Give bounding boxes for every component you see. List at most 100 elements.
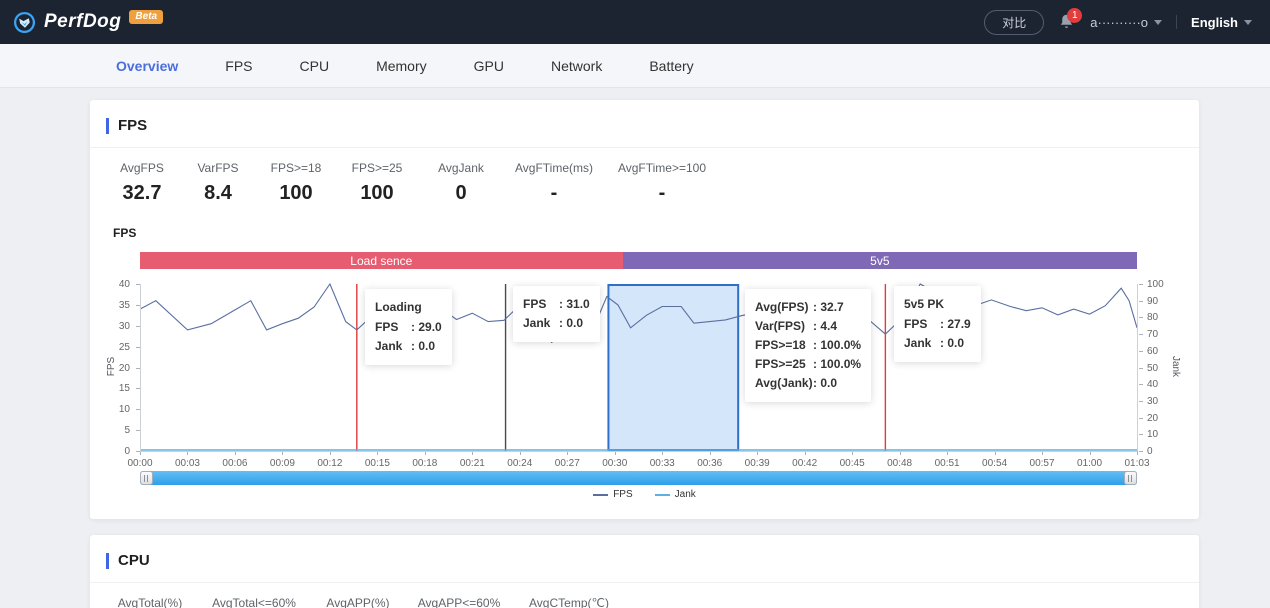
tooltip-hover: FPS31.0 Jank0.0 <box>513 286 600 342</box>
brand-link[interactable]: PerfDog Beta <box>13 11 163 34</box>
legend-item-fps[interactable]: FPS <box>593 489 632 500</box>
y-right-tick-mark <box>1139 368 1143 369</box>
y-right-tick-label: 40 <box>1147 379 1158 390</box>
y-axis-left-title: FPS <box>106 356 117 375</box>
account-menu[interactable]: a··········o <box>1090 15 1162 30</box>
cpu-section-header: CPU <box>90 535 1199 569</box>
y-right-tick-mark <box>1139 317 1143 318</box>
y-right-tick-label: 30 <box>1147 396 1158 407</box>
jank-line-swatch <box>655 494 670 496</box>
y-right-tick-label: 20 <box>1147 413 1158 424</box>
x-tick-label: 00:00 <box>118 458 162 469</box>
x-tick-label: 01:00 <box>1068 458 1112 469</box>
header-divider <box>1176 15 1177 29</box>
section-title: CPU <box>118 552 150 569</box>
main-nav: Overview FPS CPU Memory GPU Network Batt… <box>0 44 1270 88</box>
notifications-button[interactable]: 1 <box>1058 13 1076 31</box>
y-left-tick-label: 10 <box>106 404 130 415</box>
phase-band-1: Load sence <box>140 252 623 269</box>
section-accent-bar <box>106 553 109 569</box>
section-divider <box>90 582 1199 583</box>
x-tick-label: 00:12 <box>308 458 352 469</box>
brand-name: PerfDog <box>44 11 121 33</box>
y-left-tick-label: 0 <box>106 446 130 457</box>
chart-legend: FPS Jank <box>90 489 1199 500</box>
stat-fps-ge-25: FPS>=25100 <box>336 161 418 205</box>
stat-avgfps: AvgFPS32.7 <box>104 161 180 205</box>
x-tick-label: 00:21 <box>450 458 494 469</box>
tooltip-selection-stats: Avg(FPS)32.7 Var(FPS)4.4 FPS>=18100.0% F… <box>745 289 871 402</box>
chevron-down-icon <box>1154 20 1162 25</box>
x-tick-label: 00:09 <box>260 458 304 469</box>
y-right-tick-label: 50 <box>1147 363 1158 374</box>
y-left-tick-label: 30 <box>106 321 130 332</box>
scrollbar-handle-right[interactable] <box>1124 471 1137 485</box>
phase-band-2: 5v5 <box>623 252 1137 269</box>
cpu-stats-row: AvgTotal(%) AvgTotal<=60% AvgAPP(%) AvgA… <box>90 596 1199 608</box>
fps-chart-plot[interactable] <box>140 284 1137 451</box>
legend-item-jank[interactable]: Jank <box>655 489 696 500</box>
stat-avgjank: AvgJank0 <box>418 161 504 205</box>
tooltip-5v5-pk: 5v5 PK FPS27.9 Jank0.0 <box>894 286 981 362</box>
y-right-tick-label: 100 <box>1147 279 1164 290</box>
y-right-tick-label: 10 <box>1147 429 1158 440</box>
y-right-tick-label: 70 <box>1147 329 1158 340</box>
compare-button[interactable]: 对比 <box>984 10 1044 35</box>
x-tick-label: 00:30 <box>593 458 637 469</box>
fps-chart[interactable]: Loading FPS29.0 Jank0.0 FPS31.0 Jank0.0 … <box>90 252 1199 507</box>
x-tick-label: 00:33 <box>640 458 684 469</box>
header-actions: 对比 1 a··········o English <box>984 10 1252 35</box>
chevron-down-icon <box>1244 20 1252 25</box>
language-menu[interactable]: English <box>1191 15 1252 30</box>
app-root: PerfDog Beta 对比 1 a··········o English <box>0 0 1270 608</box>
y-right-tick-label: 0 <box>1147 446 1153 457</box>
stat-avgftime-ge-100: AvgFTime>=100- <box>604 161 720 205</box>
cpu-card: CPU AvgTotal(%) AvgTotal<=60% AvgAPP(%) … <box>90 535 1199 608</box>
chart-title: FPS <box>113 226 136 240</box>
chart-scrollbar[interactable] <box>140 471 1137 485</box>
x-tick-mark <box>1137 451 1138 455</box>
scrollbar-handle-left[interactable] <box>140 471 153 485</box>
perfdog-logo-icon <box>13 11 36 34</box>
page-content: FPS AvgFPS32.7 VarFPS8.4 FPS>=18100 FPS>… <box>0 88 1270 608</box>
y-left-tick-label: 15 <box>106 383 130 394</box>
stat-avgtotal-le-60: AvgTotal<=60% <box>196 596 312 608</box>
tab-battery[interactable]: Battery <box>639 58 703 74</box>
tooltip-loading: Loading FPS29.0 Jank0.0 <box>365 289 452 365</box>
x-tick-label: 00:57 <box>1020 458 1064 469</box>
account-label: a··········o <box>1090 15 1148 30</box>
y-right-tick-mark <box>1139 434 1143 435</box>
tab-overview[interactable]: Overview <box>106 58 188 74</box>
stat-varfps: VarFPS8.4 <box>180 161 256 205</box>
tab-cpu[interactable]: CPU <box>290 58 340 74</box>
y-left-tick-label: 40 <box>106 279 130 290</box>
y-right-tick-label: 60 <box>1147 346 1158 357</box>
stat-avgapp-le-60: AvgAPP<=60% <box>404 596 514 608</box>
y-left-tick-label: 25 <box>106 342 130 353</box>
y-right-tick-mark <box>1139 334 1143 335</box>
stat-avgtotal: AvgTotal(%) <box>104 596 196 608</box>
x-axis-line <box>140 451 1137 452</box>
fps-section-header: FPS <box>90 100 1199 134</box>
stat-fps-ge-18: FPS>=18100 <box>256 161 336 205</box>
y-axis-right-line <box>1137 284 1138 451</box>
top-header: PerfDog Beta 对比 1 a··········o English <box>0 0 1270 44</box>
section-title: FPS <box>118 117 147 134</box>
x-tick-label: 00:03 <box>165 458 209 469</box>
tab-gpu[interactable]: GPU <box>464 58 514 74</box>
tab-network[interactable]: Network <box>541 58 612 74</box>
fps-line-swatch <box>593 494 608 496</box>
x-tick-label: 00:24 <box>498 458 542 469</box>
tab-memory[interactable]: Memory <box>366 58 437 74</box>
selection-region[interactable] <box>608 285 738 450</box>
beta-badge: Beta <box>129 10 163 24</box>
y-right-tick-mark <box>1139 284 1143 285</box>
notification-badge: 1 <box>1067 8 1082 23</box>
x-tick-label: 00:18 <box>403 458 447 469</box>
stat-avgapp: AvgAPP(%) <box>312 596 404 608</box>
x-tick-label: 00:39 <box>735 458 779 469</box>
x-tick-label: 00:06 <box>213 458 257 469</box>
y-left-tick-label: 35 <box>106 300 130 311</box>
y-right-tick-mark <box>1139 384 1143 385</box>
tab-fps[interactable]: FPS <box>215 58 262 74</box>
